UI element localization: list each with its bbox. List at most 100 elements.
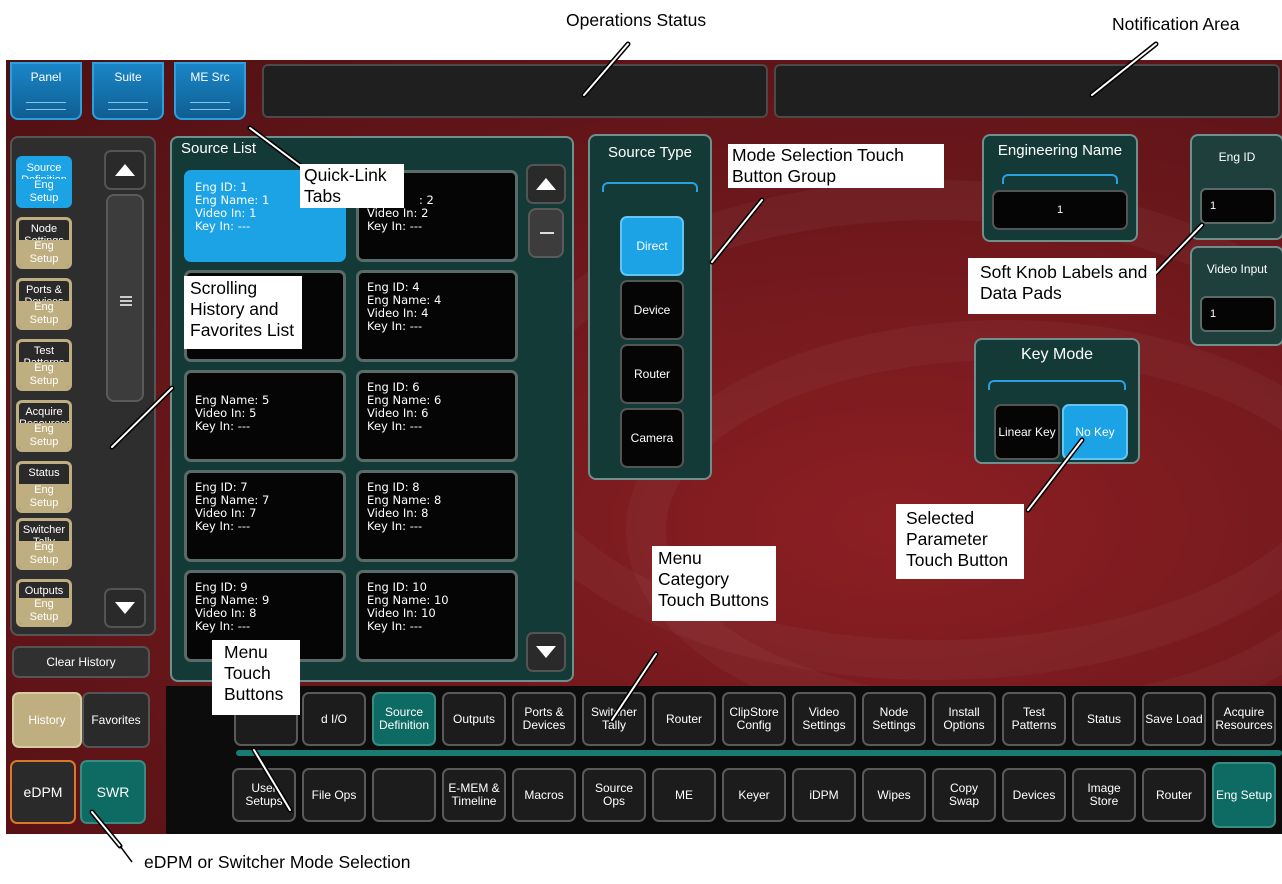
category-row-rail (236, 750, 1282, 756)
history-item-sub: Eng Setup (19, 598, 69, 624)
menu-devices-button[interactable]: Devices (1002, 768, 1066, 822)
source-list-title: Source List (181, 140, 257, 157)
menu-file-ops-button[interactable]: File Ops (302, 768, 366, 822)
source-scroll-thumb[interactable] (528, 208, 564, 258)
menu-source-ops-button[interactable]: Source Ops (582, 768, 646, 822)
menu-image-store-button[interactable]: Image Store (1072, 768, 1136, 822)
source-type-direct-button[interactable]: Direct (620, 216, 684, 276)
category-router-button[interactable]: Router (652, 692, 716, 746)
source-type-bracket (602, 182, 698, 192)
soft-knob-label: Video Input (1206, 262, 1268, 276)
category-node-settings-button[interactable]: Node Settings (862, 692, 926, 746)
favorites-tab[interactable]: Favorites (82, 692, 150, 748)
annotation-selected-parameter: Selected Parameter Touch Button (896, 504, 1024, 579)
history-item-switcher-tally[interactable]: Switcher TallyEng Setup (16, 518, 72, 570)
cell-key-in: Key In: --- (367, 319, 423, 333)
menu-idpm-button[interactable]: iDPM (792, 768, 856, 822)
category-d-io-button[interactable]: d I/O (302, 692, 366, 746)
chevron-down-icon (536, 646, 556, 658)
history-item-node-settings[interactable]: Node SettingsEng Setup (16, 217, 72, 269)
category-status-button[interactable]: Status (1072, 692, 1136, 746)
source-cell-10[interactable]: Eng ID: 10 Eng Name: 10 Video In: 10 Key… (356, 570, 518, 662)
annotation-scrolling-history: Scrolling History and Favorites List (184, 276, 302, 349)
cell-key-in: Key In: --- (195, 219, 251, 233)
history-item-acquire-resources[interactable]: Acquire ResourcesEng Setup (16, 400, 72, 452)
operations-status-box (262, 64, 768, 118)
category-source-definition-button[interactable]: Source Definition (372, 692, 436, 746)
menu-eng-setup-button[interactable]: Eng Setup (1212, 762, 1276, 828)
source-scroll-down-button[interactable] (526, 632, 566, 672)
source-cell-5[interactable]: Eng Name: 5 Video In: 5 Key In: --- (184, 370, 346, 462)
source-scroll-up-button[interactable] (526, 164, 566, 204)
menu-user-setups-button[interactable]: User Setups (232, 768, 296, 822)
chevron-down-icon (115, 602, 135, 614)
category-clipstore-config-button[interactable]: ClipStore Config (722, 692, 786, 746)
source-type-camera-button[interactable]: Camera (620, 408, 684, 468)
annotation-mode-selection: Mode Selection Touch Button Group (728, 144, 944, 188)
cell-key-in: Key In: --- (367, 519, 423, 533)
annotation-soft-knob: Soft Knob Labels and Data Pads (968, 258, 1156, 314)
soft-knob-label: Eng ID (1218, 150, 1256, 164)
history-item-status[interactable]: Status Eng Setup (16, 461, 72, 513)
quick-tab-suite[interactable]: Suite (92, 62, 164, 120)
source-cell-7[interactable]: Eng ID: 7 Eng Name: 7 Video In: 7 Key In… (184, 470, 346, 562)
menu-wipes-button[interactable]: Wipes (862, 768, 926, 822)
menu-router-button[interactable]: Router (1142, 768, 1206, 822)
video-input-data-pad[interactable]: 1 (1200, 296, 1276, 332)
engineering-name-bracket (1002, 174, 1118, 184)
eng-id-data-pad[interactable]: 1 (1200, 188, 1276, 224)
no-key-button[interactable]: No Key (1062, 404, 1128, 460)
linear-key-button[interactable]: Linear Key (994, 404, 1060, 460)
menu-macros-button[interactable]: Macros (512, 768, 576, 822)
history-item-test-patterns[interactable]: Test PatternsEng Setup (16, 339, 72, 391)
category-install-options-button[interactable]: Install Options (932, 692, 996, 746)
source-type-device-button[interactable]: Device (620, 280, 684, 340)
edpm-mode-button[interactable]: eDPM (10, 760, 76, 824)
history-tab[interactable]: History (12, 692, 82, 748)
history-item-source-definition[interactable]: Source DefinitionEng Setup (16, 156, 72, 208)
menu-empty-button[interactable] (372, 768, 436, 822)
menu-copy-swap-button[interactable]: Copy Swap (932, 768, 996, 822)
quick-tab-label: Suite (114, 70, 142, 84)
quick-tab-panel[interactable]: Panel (10, 62, 82, 120)
source-type-router-button[interactable]: Router (620, 344, 684, 404)
engineering-name-field[interactable]: 1 (992, 190, 1128, 230)
category-ports-devices-button[interactable]: Ports & Devices (512, 692, 576, 746)
menu-emem-timeline-button[interactable]: E-MEM & Timeline (442, 768, 506, 822)
category-save-load-button[interactable]: Save Load (1142, 692, 1206, 746)
quick-tab-label: Panel (30, 70, 62, 84)
menu-me-button[interactable]: ME (652, 768, 716, 822)
category-switcher-tally-button[interactable]: Switcher Tally (582, 692, 646, 746)
category-acquire-resources-button[interactable]: Acquire Resources (1212, 692, 1276, 746)
source-cell-6[interactable]: Eng ID: 6 Eng Name: 6 Video In: 6 Key In… (356, 370, 518, 462)
history-scroll-thumb[interactable] (106, 194, 144, 402)
history-item-outputs[interactable]: Outputs Eng Setup (16, 579, 72, 627)
source-cell-4[interactable]: Eng ID: 4 Eng Name: 4 Video In: 4 Key In… (356, 270, 518, 362)
grip-icon (120, 296, 132, 298)
history-item-ports-devices[interactable]: Ports & DevicesEng Setup (16, 278, 72, 330)
history-item-sub: Eng Setup (19, 179, 69, 205)
screen: Panel Suite ME Src Source DefinitionEng … (6, 60, 1282, 834)
menu-keyer-button[interactable]: Keyer (722, 768, 786, 822)
tab-lines (26, 102, 66, 110)
category-test-patterns-button[interactable]: Test Patterns (1002, 692, 1066, 746)
history-scroll-down-button[interactable] (104, 588, 146, 628)
key-mode-bracket (988, 380, 1126, 390)
tab-lines (190, 102, 230, 110)
quick-tab-me-src[interactable]: ME Src (174, 62, 246, 120)
clear-history-button[interactable]: Clear History (12, 646, 150, 678)
history-item-sub: Eng Setup (19, 541, 69, 567)
history-item-sub: Eng Setup (19, 301, 69, 327)
history-scroll-up-button[interactable] (104, 150, 146, 190)
category-outputs-button[interactable]: Outputs (442, 692, 506, 746)
history-item-sub: Eng Setup (19, 484, 69, 510)
minus-icon (540, 232, 554, 234)
swr-mode-button[interactable]: SWR (80, 760, 146, 824)
annotation-edpm-mode: eDPM or Switcher Mode Selection (144, 852, 411, 872)
cell-key-in: Key In: --- (367, 219, 423, 233)
cell-key-in: Key In: --- (367, 419, 423, 433)
source-cell-8[interactable]: Eng ID: 8 Eng Name: 8 Video In: 8 Key In… (356, 470, 518, 562)
category-video-settings-button[interactable]: Video Settings (792, 692, 856, 746)
engineering-name-title: Engineering Name (997, 142, 1123, 159)
history-item-sub: Eng Setup (19, 240, 69, 266)
